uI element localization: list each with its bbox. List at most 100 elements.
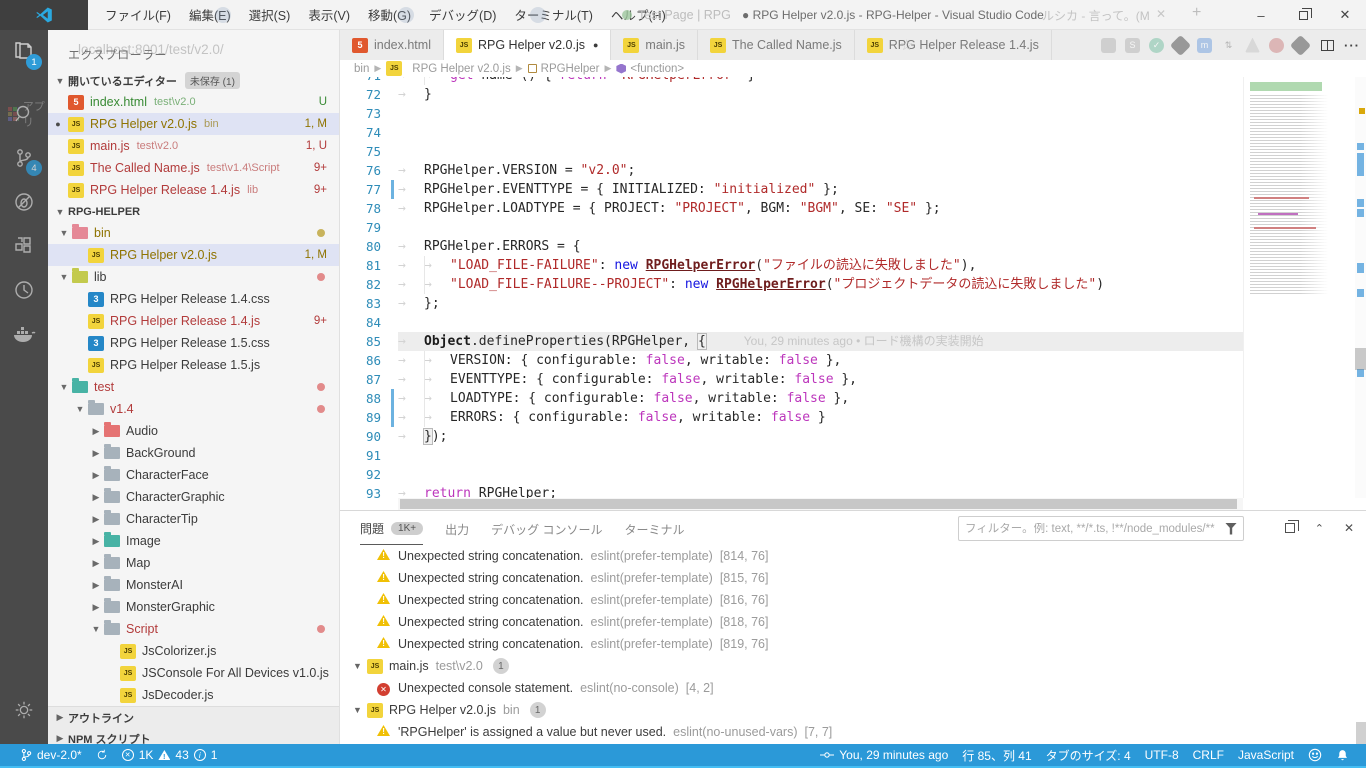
panel-tab-other[interactable]: デバッグ コンソール <box>491 511 602 545</box>
tree-item-bin[interactable]: ▼ bin <box>48 222 339 244</box>
problem-row[interactable]: ! 'RPGHelper' is assigned a value but nev… <box>340 721 1366 743</box>
tree-item-characterface[interactable]: ▶ CharacterFace <box>48 464 339 486</box>
eol-status[interactable]: CRLF <box>1186 748 1231 762</box>
panel-tab-problems[interactable]: 問題 1K+ <box>360 511 424 545</box>
tree-item-jsconsole-for-all-devices-v1-0-js[interactable]: JS JSConsole For All Devices v1.0.js <box>48 662 339 684</box>
tree-item-audio[interactable]: ▶ Audio <box>48 420 339 442</box>
problems-status[interactable]: ✕ 1K ! 43 i 1 <box>115 744 225 766</box>
menu-v[interactable]: 表示(V) <box>299 0 359 29</box>
code-line-82[interactable]: 82 → → "LOAD_FILE-FAILURE--PROJECT": new RP… <box>340 275 1243 294</box>
breadcrumb-item[interactable]: JS RPG Helper v2.0.js <box>386 61 511 76</box>
code-line-85[interactable]: 85 → Object.defineProperties(RPGHelper, {Y… <box>340 332 1243 351</box>
tree-item-monstergraphic[interactable]: ▶ MonsterGraphic <box>48 596 339 618</box>
problem-row[interactable]: ! Unexpected string concatenation. eslint(… <box>340 611 1366 633</box>
sidebar-item-extensions[interactable] <box>0 224 48 268</box>
indentation-status[interactable]: タブのサイズ: 4 <box>1039 747 1138 764</box>
tree-item-rpg-helper-release-1-5-css[interactable]: 3 RPG Helper Release 1.5.css <box>48 332 339 354</box>
problem-row[interactable]: ! Unexpected string concatenation. eslint(… <box>340 633 1366 655</box>
open-editor-item[interactable]: JS The Called Name.js test\v1.4\Script 9+ <box>48 157 339 179</box>
problems-filter[interactable] <box>958 516 1244 541</box>
code-line-92[interactable]: 92 <box>340 465 1243 484</box>
tree-item-rpg-helper-release-1-4-css[interactable]: 3 RPG Helper Release 1.4.css <box>48 288 339 310</box>
menu-d[interactable]: デバッグ(D) <box>420 0 505 29</box>
gitlens-blame-status[interactable]: You, 29 minutes ago <box>813 748 955 762</box>
close-panel-icon[interactable]: ✕ <box>1344 521 1354 535</box>
tree-item-monsterai[interactable]: ▶ MonsterAI <box>48 574 339 596</box>
close-button[interactable]: ✕ <box>1324 0 1366 30</box>
filter-input[interactable] <box>965 522 1225 535</box>
tree-item-jsdecoder-js[interactable]: JS JsDecoder.js <box>48 684 339 706</box>
sync-status[interactable] <box>89 744 115 766</box>
filter-funnel-icon[interactable] <box>1225 522 1237 535</box>
language-mode[interactable]: JavaScript <box>1231 748 1301 762</box>
tree-item-rpg-helper-v2-0-js[interactable]: JS RPG Helper v2.0.js 1, M <box>48 244 339 266</box>
code-line-91[interactable]: 91 <box>340 446 1243 465</box>
code-line-74[interactable]: 74 <box>340 123 1243 142</box>
open-editors-header[interactable]: ▼ 開いているエディター 未保存 (1) <box>48 70 339 91</box>
horizontal-scrollbar[interactable] <box>398 498 1243 510</box>
open-editor-item[interactable]: 5 index.html test\v2.0 U <box>48 91 339 113</box>
git-branch-status[interactable]: dev-2.0* <box>14 744 89 766</box>
code-line-77[interactable]: 77 → RPGHelper.EVENTTYPE = { INITIALIZED: … <box>340 180 1243 199</box>
sidebar-item-debug[interactable] <box>0 180 48 224</box>
tree-item-background[interactable]: ▶ BackGround <box>48 442 339 464</box>
code-line-79[interactable]: 79 <box>340 218 1243 237</box>
feedback-smiley[interactable] <box>1301 748 1329 762</box>
tab-rpg-helper-v2-0-js[interactable]: JS RPG Helper v2.0.js ● <box>443 30 612 60</box>
sidebar-item-source-control[interactable]: 4 <box>0 136 48 180</box>
sidebar-item-time-tracker[interactable] <box>0 268 48 312</box>
notifications-bell[interactable] <box>1329 748 1356 762</box>
minimap[interactable] <box>1243 77 1355 498</box>
more-actions-icon[interactable]: ··· <box>1344 38 1360 53</box>
problem-row[interactable]: ! Unexpected string concatenation. eslint(… <box>340 589 1366 611</box>
problem-group-row[interactable]: ▼ JS RPG Helper v2.0.js bin 1 <box>340 699 1366 721</box>
code-line-76[interactable]: 76 → RPGHelper.VERSION = "v2.0"; <box>340 161 1243 180</box>
problem-row[interactable]: ! Unexpected string concatenation. eslint(… <box>340 545 1366 567</box>
workspace-header[interactable]: ▼ RPG-HELPER <box>48 201 339 222</box>
tab-rpg-helper-release-1-4-js[interactable]: JS RPG Helper Release 1.4.js <box>854 30 1052 60</box>
sidebar-item-explorer[interactable]: 1 <box>0 30 48 74</box>
code-line-80[interactable]: 80 → RPGHelper.ERRORS = { <box>340 237 1243 256</box>
tree-item-script[interactable]: ▼ Script <box>48 618 339 640</box>
tree-item-map[interactable]: ▶ Map <box>48 552 339 574</box>
code-line-78[interactable]: 78 → RPGHelper.LOADTYPE = { PROJECT: "PROJ… <box>340 199 1243 218</box>
minimize-button[interactable]: – <box>1240 0 1282 30</box>
panel-scrollbar-thumb[interactable] <box>1356 722 1366 744</box>
tree-item-test[interactable]: ▼ test <box>48 376 339 398</box>
code-line-81[interactable]: 81 → → "LOAD_FILE-FAILURE": new RPGHelperEr… <box>340 256 1243 275</box>
code-line-86[interactable]: 86 → → VERSION: { configurable: false, writ… <box>340 351 1243 370</box>
section-[interactable]: ▶ アウトライン <box>48 707 339 728</box>
breadcrumb-item[interactable]: bin <box>354 63 369 75</box>
tree-item-lib[interactable]: ▼ lib <box>48 266 339 288</box>
problem-row[interactable]: ! Unexpected string concatenation. eslint(… <box>340 567 1366 589</box>
code-line-84[interactable]: 84 <box>340 313 1243 332</box>
cursor-position[interactable]: 行 85、列 41 <box>955 747 1038 764</box>
tree-item-charactertip[interactable]: ▶ CharacterTip <box>48 508 339 530</box>
breadcrumb-item[interactable]: RPGHelper <box>527 63 599 75</box>
tab-the-called-name-js[interactable]: JS The Called Name.js <box>698 30 855 60</box>
tree-item-rpg-helper-release-1-5-js[interactable]: JS RPG Helper Release 1.5.js <box>48 354 339 376</box>
restore-button[interactable] <box>1282 0 1324 30</box>
code-line-87[interactable]: 87 → → EVENTTYPE: { configurable: false, wr… <box>340 370 1243 389</box>
split-editor-icon[interactable] <box>1321 39 1334 51</box>
tree-item-rpg-helper-release-1-4-js[interactable]: JS RPG Helper Release 1.4.js 9+ <box>48 310 339 332</box>
problem-group-row[interactable]: ▼ JS main.js test\v2.0 1 <box>340 655 1366 677</box>
panel-tab-other[interactable]: 出力 <box>445 511 469 545</box>
tab-main-js[interactable]: JS main.js <box>611 30 698 60</box>
code-line-88[interactable]: 88 → → LOADTYPE: { configurable: false, wri… <box>340 389 1243 408</box>
problem-row[interactable]: ✕ Unexpected console statement. eslint(no-… <box>340 677 1366 699</box>
encoding-status[interactable]: UTF-8 <box>1138 748 1186 762</box>
settings-gear[interactable] <box>0 688 48 732</box>
sidebar-item-docker[interactable] <box>0 312 48 356</box>
menu-f[interactable]: ファイル(F) <box>96 0 180 29</box>
open-editor-item[interactable]: ● JS RPG Helper v2.0.js bin 1, M <box>48 113 339 135</box>
code-line-75[interactable]: 75 <box>340 142 1243 161</box>
tree-item-v1-4[interactable]: ▼ v1.4 <box>48 398 339 420</box>
tree-item-jscolorizer-js[interactable]: JS JsColorizer.js <box>48 640 339 662</box>
sidebar-item-search[interactable] <box>0 92 48 136</box>
menu-t[interactable]: ターミナル(T) <box>505 0 601 29</box>
code-line-72[interactable]: 72 →} <box>340 85 1243 104</box>
section-npm[interactable]: ▶ NPM スクリプト <box>48 728 339 744</box>
code-editor[interactable]: 71→→get name () { return "RPGHelperError… <box>340 77 1366 510</box>
hscroll-thumb[interactable] <box>400 499 1237 509</box>
